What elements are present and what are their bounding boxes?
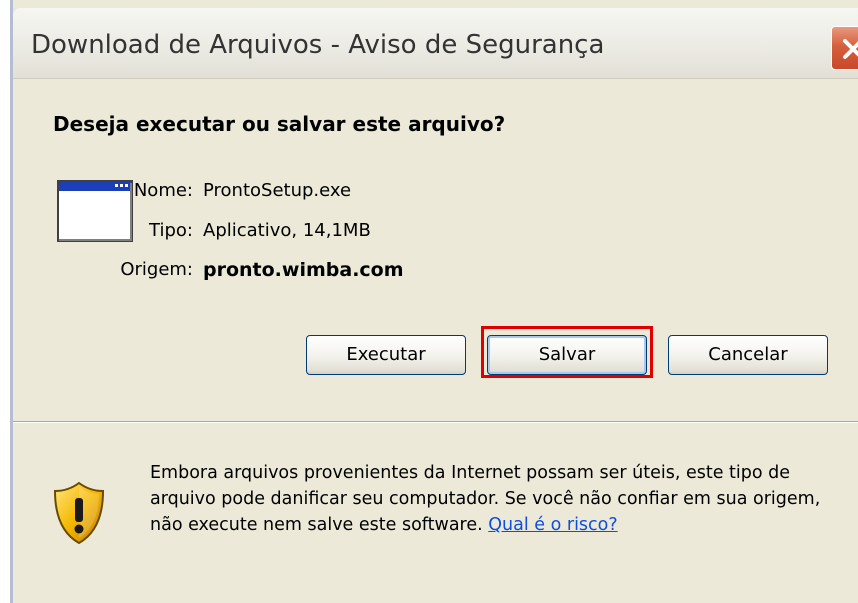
file-type-value: Aplicativo, 14,1MB — [203, 220, 371, 241]
file-type-label: Tipo: — [149, 220, 193, 241]
file-name-label: Nome: — [133, 180, 193, 201]
close-button[interactable] — [831, 26, 858, 70]
cancel-button[interactable]: Cancelar — [668, 335, 828, 375]
warning-text: Embora arquivos provenientes da Internet… — [150, 463, 821, 535]
dialog-question: Deseja executar ou salvar este arquivo? — [53, 112, 506, 136]
background-edge — [0, 0, 10, 603]
security-shield-icon — [51, 480, 107, 550]
run-button[interactable]: Executar — [306, 335, 466, 375]
title-bar[interactable]: Download de Arquivos - Aviso de Seguranç… — [13, 8, 858, 79]
window-title: Download de Arquivos - Aviso de Seguranç… — [31, 30, 605, 60]
close-icon — [843, 39, 858, 59]
file-origin-label: Origem: — [120, 259, 193, 280]
security-warning-dialog: Download de Arquivos - Aviso de Seguranç… — [10, 0, 858, 603]
file-origin-value: pronto.wimba.com — [203, 259, 404, 281]
save-button[interactable]: Salvar — [487, 335, 647, 375]
file-name-value: ProntoSetup.exe — [203, 180, 352, 201]
risk-info-link[interactable]: Qual é o risco? — [488, 515, 617, 535]
security-warning-message: Embora arquivos provenientes da Internet… — [150, 460, 850, 538]
divider — [13, 421, 858, 423]
